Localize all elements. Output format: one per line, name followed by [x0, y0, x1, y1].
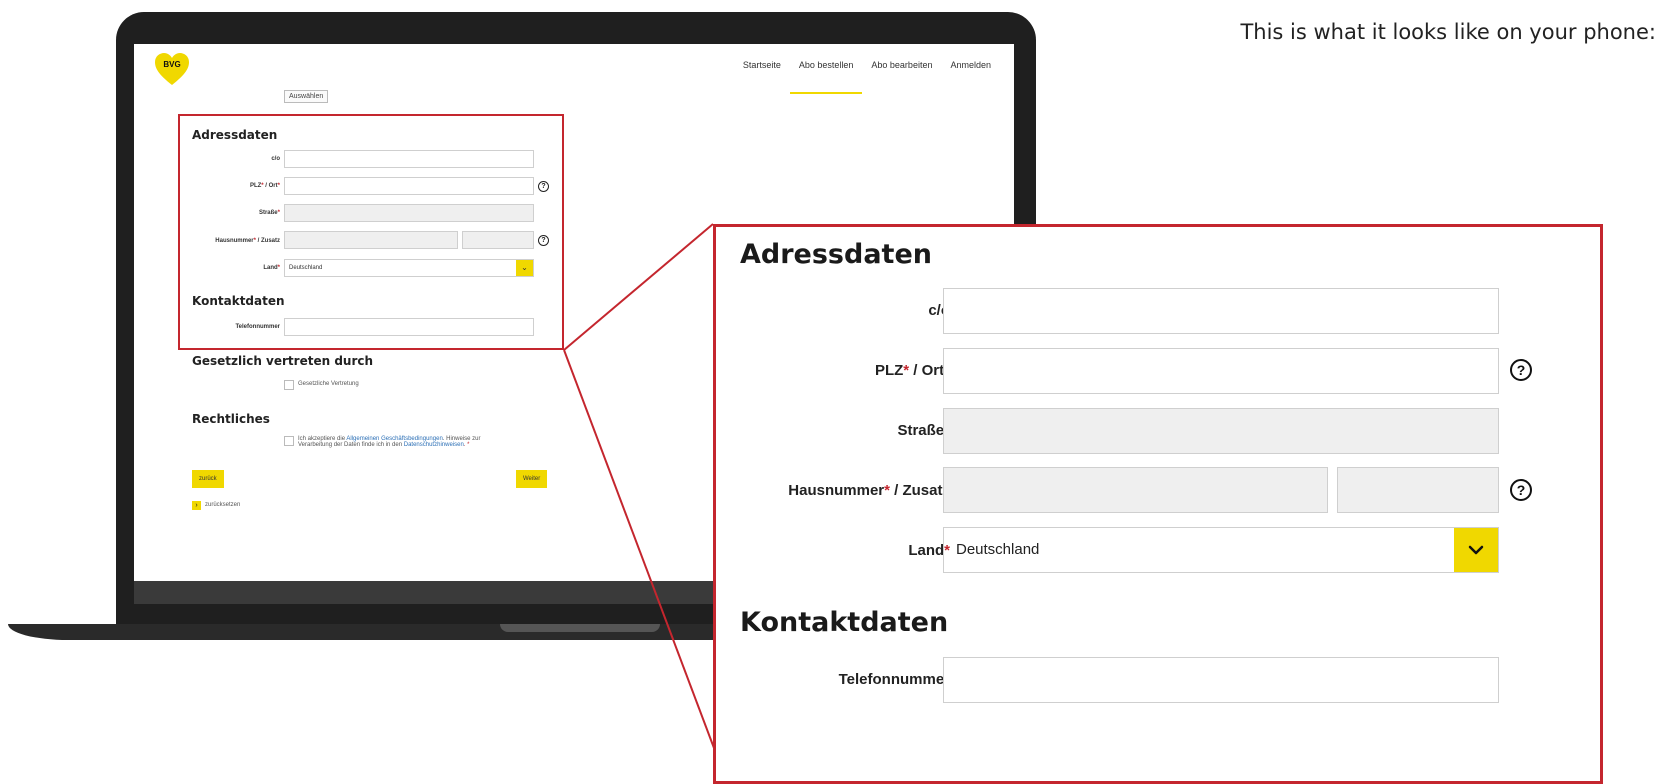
help-icon[interactable]: ? — [1510, 359, 1532, 381]
next-button[interactable]: Weiter — [516, 470, 548, 488]
house-suffix-input[interactable] — [1337, 467, 1499, 513]
chevron-right-icon: › — [192, 501, 201, 510]
phone-label: Telefonnummer — [838, 671, 950, 688]
nav-item-abo-bearbeiten[interactable]: Abo bearbeiten — [862, 60, 941, 80]
co-input[interactable] — [943, 288, 1499, 334]
select-button[interactable]: Auswählen — [284, 90, 329, 103]
nav-item-abo-bestellen[interactable]: Abo bestellen — [789, 60, 863, 94]
legal-heading: Rechtliches — [192, 412, 270, 426]
house-label: Hausnummer* / Zusatz — [788, 482, 950, 499]
house-number-input[interactable] — [943, 467, 1328, 513]
country-value: Deutschland — [956, 541, 1040, 558]
laptop-notch — [500, 624, 660, 632]
bvg-logo[interactable]: BVG — [154, 52, 190, 88]
street-input[interactable] — [943, 408, 1499, 454]
legal-rep-checkbox[interactable] — [284, 380, 294, 390]
privacy-link[interactable]: Datenschutzhinweisen — [404, 442, 464, 448]
terms-text: Ich akzeptiere die Allgemeinen Geschäfts… — [298, 436, 481, 448]
logo-text: BVG — [163, 60, 180, 69]
terms-checkbox[interactable] — [284, 436, 294, 446]
legal-rep-checkbox-label: Gesetzliche Vertretung — [298, 381, 359, 387]
country-select[interactable]: Deutschland — [943, 527, 1499, 573]
phone-input[interactable] — [943, 657, 1499, 703]
plz-ort-input[interactable] — [943, 348, 1499, 394]
back-button[interactable]: zurück — [192, 470, 224, 488]
page-caption: This is what it looks like on your phone… — [1240, 20, 1656, 44]
zoom-panel: Adressdaten c/o PLZ* / Ort* ? Straße* Ha… — [713, 224, 1603, 784]
help-icon[interactable]: ? — [1510, 479, 1532, 501]
contact-heading: Kontaktdaten — [740, 607, 949, 638]
plz-ort-label: PLZ* / Ort* — [874, 362, 950, 379]
legal-rep-heading: Gesetzlich vertreten durch — [192, 354, 374, 368]
address-heading: Adressdaten — [740, 239, 932, 270]
reset-link[interactable]: zurücksetzen — [205, 502, 240, 508]
main-nav: Startseite Abo bestellen Abo bearbeiten … — [734, 60, 1000, 94]
highlight-box — [178, 114, 564, 350]
nav-item-startseite[interactable]: Startseite — [734, 60, 790, 80]
chevron-down-icon — [1454, 528, 1498, 572]
nav-item-anmelden[interactable]: Anmelden — [941, 60, 1000, 80]
